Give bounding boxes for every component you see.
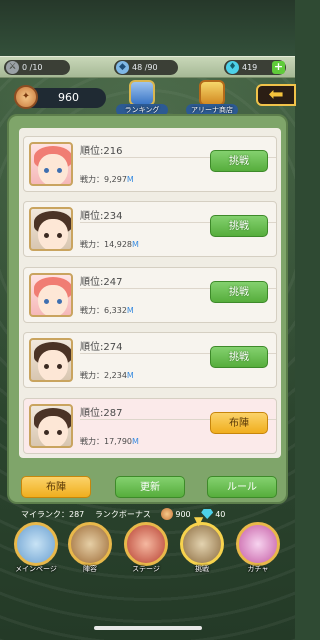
medal-icon	[161, 508, 174, 520]
my-rank-text: マイランク：287	[21, 509, 85, 519]
shop-icon	[199, 80, 225, 106]
gacha-icon	[236, 522, 280, 566]
my-rank: 順位:287	[80, 408, 123, 419]
opponent-list[interactable]: 順位:216 戦力：9,297M 挑戦 順位:234 戦力：14,928M 挑戦…	[19, 128, 281, 458]
nav-label: 陣容	[83, 565, 97, 573]
opponent-power: 戦力：2,234M	[80, 371, 134, 380]
back-button[interactable]: ⬅	[256, 84, 296, 106]
trophy-icon	[129, 80, 155, 106]
bonus-points: 900	[175, 509, 191, 519]
avatar	[29, 142, 73, 186]
opponent-power: 戦力：6,332M	[80, 306, 134, 315]
sword-icon: ⚔	[6, 61, 19, 74]
opponent-power: 戦力：14,928M	[80, 240, 139, 249]
nav-label: 挑戦	[195, 565, 209, 573]
opponent-rank: 順位:274	[80, 342, 123, 353]
rank-bonus-label: ランクボーナス	[94, 509, 151, 519]
resource-bar: ⚔ 0 /10 ◆ 48 /90 ♦ 419 +	[0, 56, 295, 78]
rule-button[interactable]: ルール	[207, 476, 277, 498]
nav-formation[interactable]: 陣容	[62, 522, 118, 580]
chevron-down-icon: ▼	[194, 514, 204, 528]
ranking-button[interactable]: ランキング	[116, 80, 168, 116]
opponent-row: 順位:247 戦力：6,332M 挑戦	[23, 267, 277, 323]
stage-icon	[124, 522, 168, 566]
gem-icon: ♦	[226, 61, 239, 74]
my-formation-button[interactable]: 布陣	[210, 412, 268, 434]
challenge-button[interactable]: 挑戦	[210, 215, 268, 237]
my-power: 戦力：17,790M	[80, 437, 139, 446]
challenge-button[interactable]: 挑戦	[210, 281, 268, 303]
castle-icon	[14, 522, 58, 566]
avatar	[29, 404, 73, 448]
avatar	[29, 338, 73, 382]
add-gems-button[interactable]: +	[272, 61, 285, 74]
opponent-rank: 順位:216	[80, 146, 123, 157]
medal-icon: ✦	[14, 85, 38, 109]
my-row: 順位:287 戦力：17,790M 布陣	[23, 398, 277, 454]
bonus-gems: 40	[215, 509, 226, 519]
home-indicator[interactable]	[94, 626, 202, 630]
crossed-swords-icon	[180, 522, 224, 566]
arena-points-value: 960	[58, 91, 79, 104]
challenge-button[interactable]: 挑戦	[210, 346, 268, 368]
energy-counter: ◆ 48 /90	[114, 60, 178, 75]
bottom-nav: メインページ 陣容 ステージ ▼ 挑戦 ガチャ	[0, 514, 295, 582]
arena-panel: 順位:216 戦力：9,297M 挑戦 順位:234 戦力：14,928M 挑戦…	[7, 114, 288, 520]
opponent-row: 順位:216 戦力：9,297M 挑戦	[23, 136, 277, 192]
nav-main-page[interactable]: メインページ	[8, 522, 64, 580]
shield-icon: ◆	[116, 61, 129, 74]
arrow-left-icon: ⬅	[268, 84, 284, 105]
opponent-rank: 順位:234	[80, 211, 123, 222]
energy-value: 48 /90	[132, 63, 158, 72]
stamina-value: 0 /10	[22, 63, 43, 72]
nav-label: ステージ	[132, 565, 160, 573]
update-button[interactable]: 更新	[115, 476, 185, 498]
opponent-row: 順位:234 戦力：14,928M 挑戦	[23, 201, 277, 257]
avatar	[29, 273, 73, 317]
nav-gacha[interactable]: ガチャ	[230, 522, 286, 580]
formation-button[interactable]: 布陣	[21, 476, 91, 498]
challenge-button[interactable]: 挑戦	[210, 150, 268, 172]
opponent-power: 戦力：9,297M	[80, 175, 134, 184]
nav-label: メインページ	[15, 565, 57, 573]
helmet-icon	[68, 522, 112, 566]
arena-shop-button[interactable]: アリーナ商店	[186, 80, 238, 116]
status-area	[0, 0, 295, 56]
opponent-row: 順位:274 戦力：2,234M 挑戦	[23, 332, 277, 388]
opponent-rank: 順位:247	[80, 277, 123, 288]
arena-points: ✦ 960	[14, 85, 106, 109]
nav-label: ガチャ	[247, 565, 269, 573]
gem-counter: ♦ 419 +	[224, 60, 286, 75]
gem-value: 419	[242, 63, 258, 72]
nav-stage[interactable]: ステージ	[118, 522, 174, 580]
nav-challenge[interactable]: ▼ 挑戦	[174, 514, 230, 580]
stamina-counter: ⚔ 0 /10	[4, 60, 70, 75]
avatar	[29, 207, 73, 251]
